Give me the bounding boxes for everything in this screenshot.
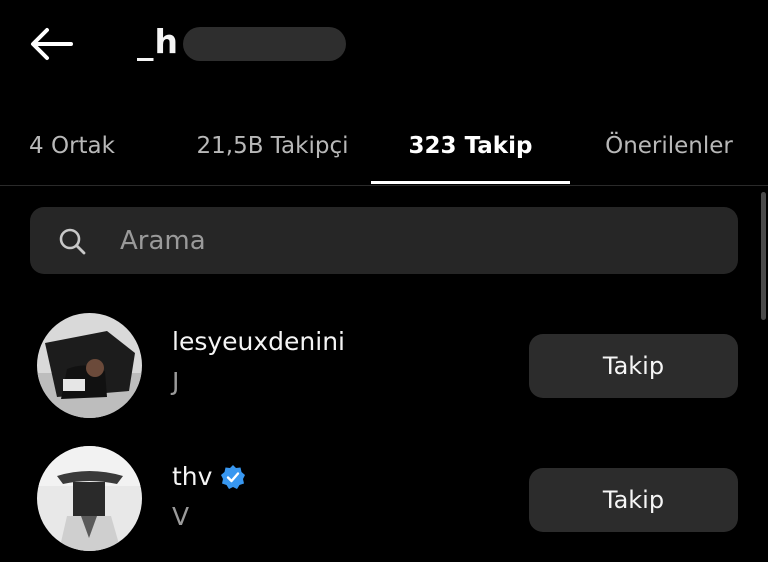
scrollbar[interactable] (761, 192, 766, 320)
page-title: _h (137, 22, 179, 61)
avatar[interactable] (37, 313, 142, 418)
full-name: V (172, 502, 190, 531)
follow-button[interactable]: Takip (529, 468, 738, 532)
full-name: J (172, 367, 180, 396)
divider (0, 185, 768, 186)
follow-button[interactable]: Takip (529, 334, 738, 398)
search-bar[interactable] (30, 207, 738, 274)
back-button[interactable] (26, 22, 76, 66)
active-tab-indicator (371, 181, 570, 184)
list-item: lesyeuxdenini J Takip (0, 307, 768, 427)
search-icon (59, 228, 86, 255)
redaction-mask (183, 27, 346, 61)
avatar[interactable] (37, 446, 142, 551)
header: _h (0, 0, 768, 88)
tab-following[interactable]: 323 Takip (371, 110, 570, 182)
tab-suggested[interactable]: Önerilenler (590, 110, 748, 182)
tab-bar: 4 Ortak 21,5B Takipçi 323 Takip Önerilen… (0, 110, 768, 185)
tab-followers[interactable]: 21,5B Takipçi (180, 110, 365, 182)
list-item: thv V Takip (0, 442, 768, 562)
tab-mutual[interactable]: 4 Ortak (10, 110, 134, 182)
username-line: thv (172, 462, 246, 491)
username-line: lesyeuxdenini (172, 327, 345, 356)
verified-badge-icon (221, 464, 246, 489)
username[interactable]: thv (172, 462, 212, 491)
username[interactable]: lesyeuxdenini (172, 327, 345, 356)
search-input[interactable] (120, 207, 710, 274)
arrow-left-icon (31, 28, 73, 60)
